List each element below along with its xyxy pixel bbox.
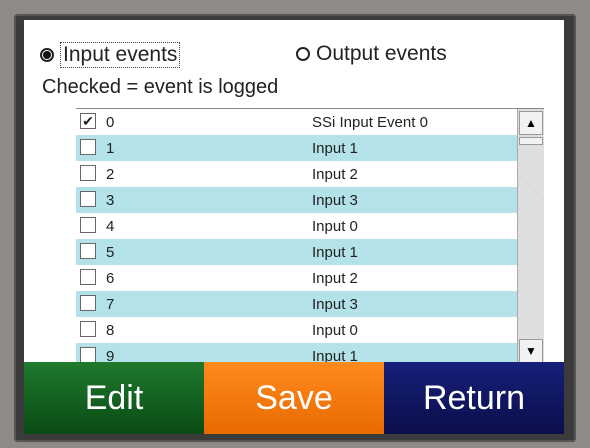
event-row[interactable]: 7 Input 3 bbox=[76, 291, 528, 317]
return-button[interactable]: Return bbox=[384, 362, 564, 434]
input-events-radio[interactable]: Input events bbox=[40, 42, 181, 68]
event-checkbox[interactable] bbox=[80, 191, 96, 207]
event-name: Input 0 bbox=[312, 321, 358, 339]
scrollbar[interactable]: ▲ ▼ bbox=[517, 109, 544, 365]
event-index: 0 bbox=[106, 113, 115, 131]
event-index: 8 bbox=[106, 321, 115, 339]
event-checkbox[interactable] bbox=[80, 139, 96, 155]
input-events-label: Input events bbox=[60, 42, 181, 68]
event-index: 6 bbox=[106, 269, 115, 287]
event-name: Input 2 bbox=[312, 269, 358, 287]
event-name: Input 2 bbox=[312, 165, 358, 183]
event-checkbox[interactable] bbox=[80, 269, 96, 285]
event-name: Input 3 bbox=[312, 191, 358, 209]
event-index: 7 bbox=[106, 295, 115, 313]
event-checkbox[interactable]: ✔ bbox=[80, 113, 96, 129]
edit-button[interactable]: Edit bbox=[24, 362, 204, 434]
event-name: Input 3 bbox=[312, 295, 358, 313]
event-row[interactable]: 1 Input 1 bbox=[76, 135, 528, 161]
event-index: 5 bbox=[106, 243, 115, 261]
output-events-label: Output events bbox=[316, 42, 447, 65]
event-row[interactable]: ✔ 0 SSi Input Event 0 bbox=[76, 109, 528, 135]
event-index: 1 bbox=[106, 139, 115, 157]
scroll-up-button[interactable]: ▲ bbox=[519, 111, 543, 135]
event-row[interactable]: 4 Input 0 bbox=[76, 213, 528, 239]
scroll-thumb[interactable] bbox=[519, 137, 543, 145]
event-checkbox[interactable] bbox=[80, 217, 96, 233]
event-row[interactable]: 3 Input 3 bbox=[76, 187, 528, 213]
event-row[interactable]: 5 Input 1 bbox=[76, 239, 528, 265]
event-index: 4 bbox=[106, 217, 115, 235]
event-rows: ✔ 0 SSi Input Event 0 1 Input 1 2 Input 2 3 Inpu… bbox=[76, 109, 528, 365]
event-name: SSi Input Event 0 bbox=[312, 113, 428, 131]
logging-note: Checked = event is logged bbox=[42, 76, 279, 98]
output-events-radio[interactable]: Output events bbox=[296, 42, 447, 66]
event-checkbox[interactable] bbox=[80, 347, 96, 363]
event-list: ✔ 0 SSi Input Event 0 1 Input 1 2 Input 2 3 Inpu… bbox=[76, 108, 544, 365]
event-row[interactable]: 2 Input 2 bbox=[76, 161, 528, 187]
event-index: 3 bbox=[106, 191, 115, 209]
radio-selected-icon bbox=[40, 48, 54, 62]
save-button[interactable]: Save bbox=[204, 362, 384, 434]
event-checkbox[interactable] bbox=[80, 295, 96, 311]
event-checkbox[interactable] bbox=[80, 243, 96, 259]
event-name: Input 1 bbox=[312, 243, 358, 261]
radio-unselected-icon bbox=[296, 47, 310, 61]
event-row[interactable]: 6 Input 2 bbox=[76, 265, 528, 291]
touch-screen: Input events Output events Checked = eve… bbox=[24, 20, 564, 434]
event-index: 2 bbox=[106, 165, 115, 183]
event-checkbox[interactable] bbox=[80, 321, 96, 337]
event-type-selector: Input events Output events bbox=[40, 38, 548, 68]
event-row[interactable]: 8 Input 0 bbox=[76, 317, 528, 343]
event-checkbox[interactable] bbox=[80, 165, 96, 181]
scroll-down-button[interactable]: ▼ bbox=[519, 339, 543, 363]
action-bar: Edit Save Return bbox=[24, 362, 564, 434]
event-name: Input 0 bbox=[312, 217, 358, 235]
event-name: Input 1 bbox=[312, 139, 358, 157]
